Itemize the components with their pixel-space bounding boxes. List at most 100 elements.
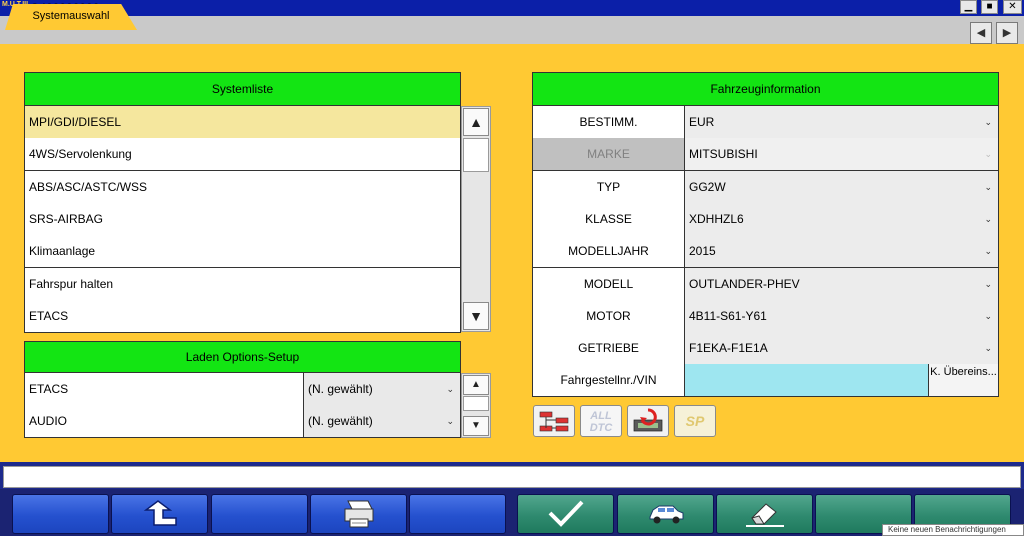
system-list-item-label: Fahrspur halten xyxy=(29,277,114,291)
system-list-item-label: ABS/ASC/ASTC/WSS xyxy=(29,180,148,194)
vehicle-field-label: KLASSE xyxy=(532,203,685,236)
tab-prev-button[interactable]: ◀ xyxy=(970,22,992,44)
chevron-down-icon: ⌄ xyxy=(984,116,992,127)
system-list-item[interactable]: ABS/ASC/ASTC/WSS xyxy=(24,171,461,204)
chevron-down-icon: ⌄ xyxy=(984,181,992,192)
scroll-up-button[interactable]: ▲ xyxy=(463,108,489,136)
vin-input[interactable] xyxy=(684,364,929,397)
options-scroll-down-button[interactable]: ▼ xyxy=(463,416,489,436)
vehicle-field-select[interactable]: 4B11-S61-Y61 ⌄ xyxy=(685,300,999,333)
tab-strip xyxy=(0,16,1024,46)
vin-match-button[interactable]: K. Übereins... xyxy=(928,364,999,397)
system-list-item[interactable]: MPI/GDI/DIESEL xyxy=(24,106,461,139)
car-icon xyxy=(644,500,688,529)
vin-label: Fahrgestellnr./VIN xyxy=(532,364,685,397)
vehicle-field-label: TYP xyxy=(532,171,685,204)
ecu-transfer-button[interactable] xyxy=(627,405,669,437)
chevron-down-icon: ⌄ xyxy=(984,245,992,256)
options-scroll-up-button[interactable]: ▲ xyxy=(463,375,489,395)
vehicle-info-header: Fahrzeuginformation xyxy=(532,72,999,106)
chevron-down-icon: ⌄ xyxy=(984,278,992,289)
notification-tooltip: Keine neuen Benachrichtigungen xyxy=(882,524,1024,536)
all-dtc-button[interactable]: ALL DTC xyxy=(580,405,622,437)
scroll-down-button[interactable]: ▼ xyxy=(463,302,489,330)
chevron-down-icon: ⌄ xyxy=(984,213,992,224)
triangle-up-icon: ▲ xyxy=(469,114,483,130)
status-message xyxy=(3,466,1021,488)
chevron-left-icon: ◀ xyxy=(976,27,986,39)
vehicle-field-label: BESTIMM. xyxy=(532,106,685,139)
option-row-label: AUDIO xyxy=(24,405,304,438)
function-key-7[interactable] xyxy=(617,494,714,534)
maximize-icon[interactable]: ■ xyxy=(981,0,998,14)
triangle-up-icon: ▲ xyxy=(471,379,481,390)
vehicle-field-select[interactable]: 2015 ⌄ xyxy=(685,235,999,268)
option-row-label: ETACS xyxy=(24,373,304,406)
system-list-item[interactable]: 4WS/Servolenkung xyxy=(24,138,461,171)
option-select-value: (N. gewählt) xyxy=(308,382,373,396)
function-key-3[interactable] xyxy=(211,494,308,534)
tab-next-button[interactable]: ▶ xyxy=(996,22,1018,44)
vehicle-field-label: MODELL xyxy=(532,268,685,301)
vehicle-field-value: XDHHZL6 xyxy=(689,212,744,226)
options-setup-header: Laden Options-Setup xyxy=(24,341,461,373)
vehicle-field-select[interactable]: F1EKA-F1E1A ⌄ xyxy=(685,332,999,365)
sp-icon: SP xyxy=(685,413,705,429)
chevron-down-icon: ⌄ xyxy=(446,415,454,426)
function-key-6[interactable] xyxy=(517,494,614,534)
checkmark-icon xyxy=(544,497,588,532)
vehicle-field-select[interactable]: OUTLANDER-PHEV ⌄ xyxy=(685,268,999,301)
function-key-8[interactable] xyxy=(716,494,813,534)
sp-button[interactable]: SP xyxy=(674,405,716,437)
vehicle-field-value: 2015 xyxy=(689,244,716,258)
function-key-1[interactable] xyxy=(12,494,109,534)
vehicle-field-select[interactable]: XDHHZL6 ⌄ xyxy=(685,203,999,236)
chevron-down-icon: ⌄ xyxy=(984,342,992,353)
option-select-value: (N. gewählt) xyxy=(308,414,373,428)
system-list-item-label: SRS-AIRBAG xyxy=(29,212,104,226)
vehicle-field-label: MARKE xyxy=(532,138,685,171)
system-tree-button[interactable] xyxy=(533,405,575,437)
vehicle-field-value: 4B11-S61-Y61 xyxy=(689,309,767,323)
scroll-thumb[interactable] xyxy=(463,138,489,172)
tab-label: Systemauswahl xyxy=(32,10,110,22)
vehicle-field-value: OUTLANDER-PHEV xyxy=(689,277,800,291)
vehicle-field-label: GETRIEBE xyxy=(532,332,685,365)
system-list-header: Systemliste xyxy=(24,72,461,106)
chevron-right-icon: ▶ xyxy=(1002,27,1012,39)
vehicle-field-select[interactable]: EUR ⌄ xyxy=(685,106,999,139)
system-list-item-label: ETACS xyxy=(29,309,69,323)
function-key-2[interactable] xyxy=(111,494,208,534)
function-key-4[interactable] xyxy=(310,494,407,534)
option-select-audio[interactable]: (N. gewählt) ⌄ xyxy=(303,405,461,438)
system-list-item[interactable]: Fahrspur halten xyxy=(24,268,461,301)
all-dtc-icon: ALL DTC xyxy=(589,410,613,434)
title-bar xyxy=(0,0,1024,16)
triangle-down-icon: ▼ xyxy=(469,308,483,324)
chevron-down-icon: ⌄ xyxy=(984,148,992,159)
vehicle-field-value: GG2W xyxy=(689,180,726,194)
vehicle-field-select: MITSUBISHI ⌄ xyxy=(685,138,999,171)
vehicle-field-label: MOTOR xyxy=(532,300,685,333)
eraser-icon xyxy=(742,498,788,531)
system-list-item[interactable]: Klimaanlage xyxy=(24,235,461,268)
options-scroll-thumb[interactable] xyxy=(463,396,489,411)
system-list-item-label: Klimaanlage xyxy=(29,244,96,258)
minimize-icon[interactable]: ▁ xyxy=(960,0,977,14)
option-label: ETACS xyxy=(29,382,69,396)
up-arrow-icon xyxy=(140,498,180,531)
system-list-item[interactable]: SRS-AIRBAG xyxy=(24,203,461,236)
triangle-down-icon: ▼ xyxy=(471,420,481,431)
network-tree-icon xyxy=(539,411,569,432)
function-key-5[interactable] xyxy=(409,494,506,534)
vehicle-field-value: MITSUBISHI xyxy=(689,147,758,161)
system-list-item-label: 4WS/Servolenkung xyxy=(29,147,132,161)
chevron-down-icon: ⌄ xyxy=(984,310,992,321)
chevron-down-icon: ⌄ xyxy=(446,383,454,394)
vehicle-field-select[interactable]: GG2W ⌄ xyxy=(685,171,999,204)
option-select-etacs[interactable]: (N. gewählt) ⌄ xyxy=(303,373,461,406)
close-icon[interactable]: ✕ xyxy=(1003,0,1022,14)
system-list-item[interactable]: ETACS xyxy=(24,300,461,333)
ecu-module-icon xyxy=(633,408,663,432)
system-list-item-label: MPI/GDI/DIESEL xyxy=(29,115,122,129)
